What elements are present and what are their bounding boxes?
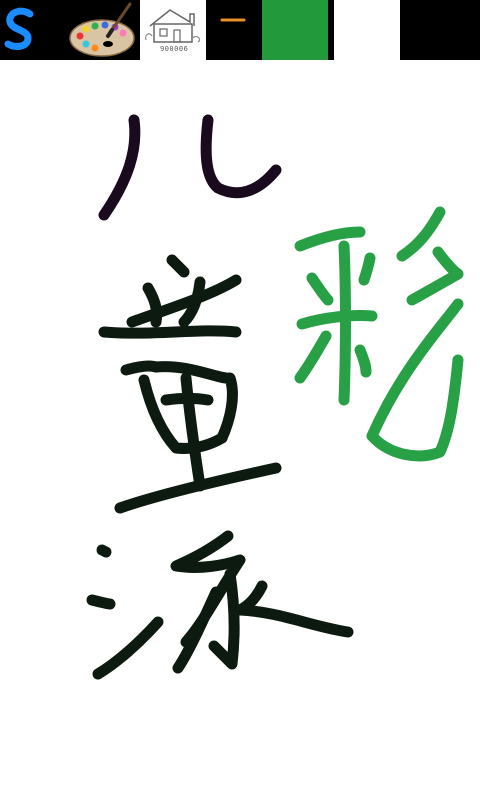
stroke: [98, 325, 242, 339]
coloring-page-code: 900006: [160, 45, 189, 53]
stroke: [294, 330, 332, 384]
palette-tool-button[interactable]: [64, 0, 140, 60]
stroke: [96, 544, 112, 558]
stroke: [338, 240, 351, 406]
stroke: [92, 616, 164, 680]
brush-s-icon: [4, 7, 34, 50]
line-width-icon: [220, 18, 246, 22]
stroke: [172, 586, 222, 674]
stroke: [86, 594, 116, 610]
coloring-page-button[interactable]: 900006: [140, 0, 206, 60]
stroke: [354, 344, 372, 378]
paint-palette-icon: [69, 2, 135, 57]
brush-tool-button[interactable]: [0, 0, 64, 60]
stroke: [406, 246, 464, 306]
stroke: [294, 226, 366, 252]
stroke: [296, 310, 378, 330]
stroke: [366, 298, 464, 462]
stroke: [166, 254, 190, 278]
toolbar: 900006: [0, 0, 480, 60]
stroke: [98, 114, 141, 221]
brush-size-button[interactable]: [206, 0, 262, 60]
stroke: [306, 272, 334, 306]
clear-canvas-button[interactable]: [400, 0, 480, 60]
stroke: [234, 580, 354, 638]
drawing-canvas[interactable]: [0, 60, 480, 800]
drawing-strokes: [86, 114, 464, 680]
current-color-swatch[interactable]: [262, 0, 328, 60]
stroke: [200, 114, 282, 199]
eraser-button[interactable]: [334, 0, 398, 60]
stroke: [358, 252, 376, 286]
